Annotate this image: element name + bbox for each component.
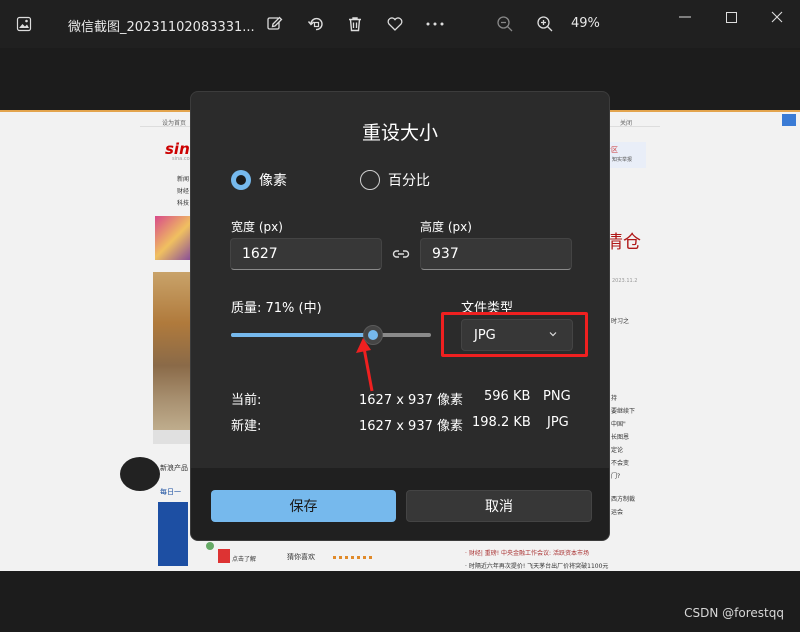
rotate-icon[interactable] <box>304 12 328 36</box>
bg-daily-label: 每日一 <box>160 488 181 496</box>
bg-nav-3: 科技 <box>177 200 190 207</box>
maximize-button[interactable] <box>717 6 745 28</box>
new-type: JPG <box>547 415 569 430</box>
bg-red-tag <box>218 549 230 563</box>
radio-pixels-label: 像素 <box>259 173 287 189</box>
current-info-row: 当前: 1627 x 937 像素 596 KB PNG <box>231 389 571 408</box>
quality-slider[interactable] <box>231 325 431 345</box>
new-size: 198.2 KB <box>472 415 531 430</box>
close-button[interactable] <box>763 6 791 28</box>
new-label: 新建: <box>231 419 262 434</box>
dialog-title: 重设大小 <box>361 122 438 144</box>
bg-guess-label: 猜你喜欢 <box>287 553 315 561</box>
bg-news2: · 时隔近六年再次提价! 飞天茅台出厂价将突破1100元 <box>465 563 609 570</box>
current-size: 596 KB <box>484 389 531 404</box>
dialog-footer: 保存 取消 <box>191 468 609 540</box>
bg-blue-card <box>158 502 188 566</box>
cancel-button[interactable]: 取消 <box>406 490 592 522</box>
bg-side-6: 定论 <box>611 447 624 454</box>
bg-side-3: 要继续下 <box>611 408 636 415</box>
bg-green-dot <box>206 542 214 550</box>
height-label: 高度 (px) <box>420 220 472 234</box>
radio-percent[interactable]: 百分比 <box>360 170 430 190</box>
bg-photo-strip <box>153 430 190 444</box>
file-name: 微信截图_20231102083331... <box>68 20 255 35</box>
annotation-red-box <box>441 312 588 357</box>
annotation-red-arrow <box>356 338 374 392</box>
radio-percent-indicator[interactable] <box>360 170 380 190</box>
bg-news1: · 财经| 重磅! 中央金融工作会议: 活跃资本市场 <box>465 550 589 557</box>
photo-icon[interactable] <box>8 8 40 40</box>
minimize-button[interactable] <box>671 6 699 28</box>
save-button[interactable]: 保存 <box>211 490 396 522</box>
bg-headline: 清仓 <box>605 232 641 253</box>
bg-nav-2: 财经 <box>177 188 190 195</box>
bg-side-9: 西方制裁 <box>611 496 636 503</box>
width-input[interactable]: 1627 <box>230 238 382 270</box>
bg-photo <box>153 272 193 442</box>
width-label: 宽度 (px) <box>231 220 283 234</box>
current-dims: 1627 x 937 像素 <box>359 393 463 408</box>
new-dims: 1627 x 937 像素 <box>359 419 463 434</box>
bg-side-5: 长图恩 <box>611 434 630 441</box>
new-info-row: 新建: 1627 x 937 像素 198.2 KB JPG <box>231 415 571 434</box>
quality-label: 质量: 71% (中) <box>231 301 322 316</box>
bg-news3: 点击了解 <box>232 556 257 563</box>
bg-promo-sub: 知实举报 <box>612 157 633 163</box>
viewer-bottom <box>0 571 800 632</box>
bg-side-1: 时习之 <box>611 318 630 325</box>
trash-icon[interactable] <box>343 12 367 36</box>
resize-dialog: 重设大小 像素 百分比 宽度 (px) 1627 高度 (px) 937 质量:… <box>190 91 610 541</box>
bg-side-7: 不会变 <box>611 460 630 467</box>
title-bar: 微信截图_20231102083331... 49% <box>0 0 800 48</box>
more-icon[interactable] <box>423 12 447 36</box>
zoom-in-icon[interactable] <box>533 12 557 36</box>
bg-side-10: 运会 <box>611 509 624 516</box>
radio-percent-label: 百分比 <box>388 173 430 189</box>
edit-image-icon[interactable] <box>263 12 287 36</box>
zoom-out-icon[interactable] <box>493 12 517 36</box>
bg-date: 2023.11.2 <box>612 278 638 284</box>
radio-pixels-indicator[interactable] <box>231 170 251 190</box>
bg-corner-badge <box>782 114 796 126</box>
link-aspect-icon[interactable] <box>391 246 411 262</box>
current-type: PNG <box>543 389 571 404</box>
radio-pixels[interactable]: 像素 <box>231 170 287 190</box>
bg-dots <box>333 556 373 559</box>
heart-icon[interactable] <box>383 12 407 36</box>
watermark: CSDN @forestqq <box>684 606 784 620</box>
bg-ad-banner <box>155 216 195 260</box>
current-label: 当前: <box>231 393 262 408</box>
bg-mascot <box>120 457 160 491</box>
bg-product-label: 新浪产品 <box>160 464 188 472</box>
bg-side-8: 门? <box>611 473 621 480</box>
bg-side-4: 中国" <box>611 421 626 428</box>
bg-side-2: 持 <box>611 395 618 402</box>
zoom-level[interactable]: 49% <box>571 16 600 31</box>
height-input[interactable]: 937 <box>420 238 572 270</box>
bg-nav-1: 新闻 <box>177 176 190 183</box>
